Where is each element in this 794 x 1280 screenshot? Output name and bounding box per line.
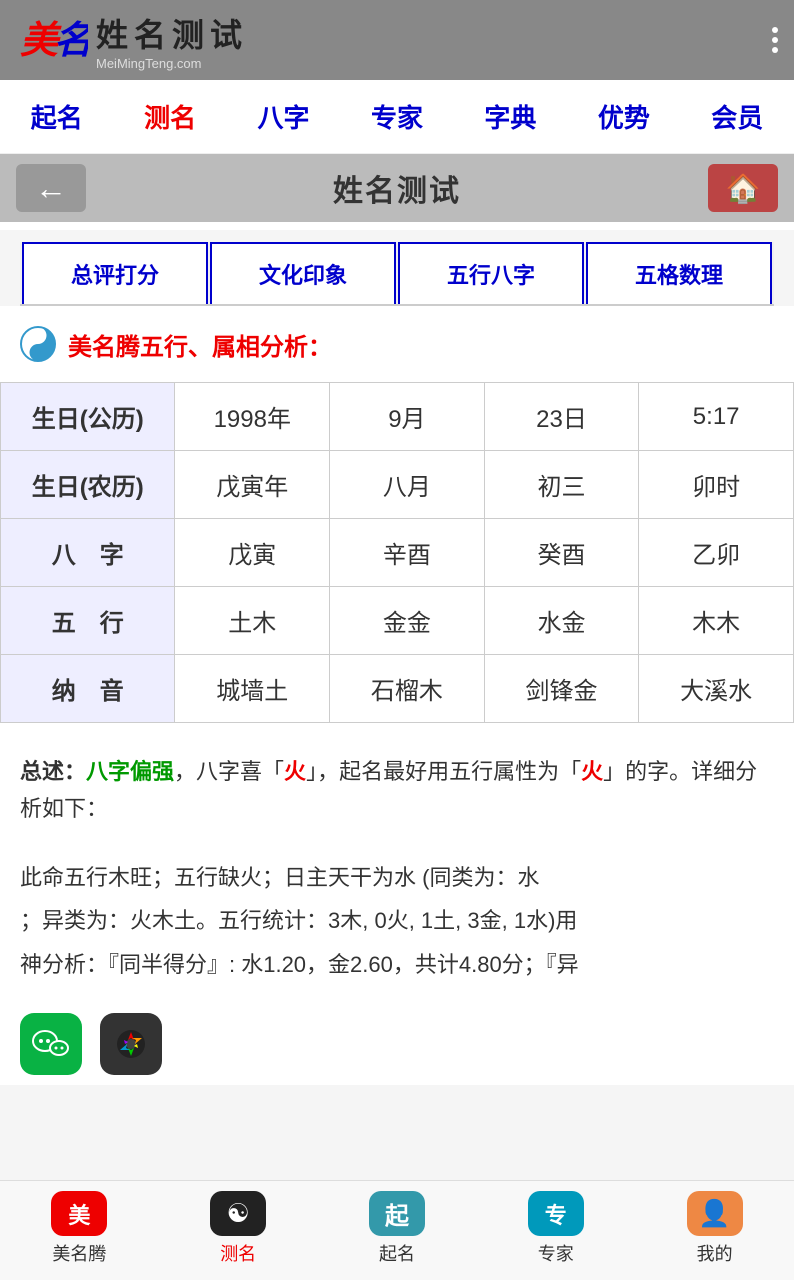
- page-title: 姓名测试: [333, 166, 461, 210]
- meiming-label: 美名腾: [52, 1240, 106, 1266]
- label-wuxing: 五 行: [1, 587, 175, 655]
- summary-prefix: 总述：: [20, 759, 86, 784]
- section-icon: [20, 326, 56, 362]
- table-row: 生日(农历) 戊寅年 八月 初三 卯时: [1, 451, 794, 519]
- value-nl-time: 卯时: [639, 451, 794, 519]
- bottom-nav-zhuanjia[interactable]: 专 专家: [528, 1191, 584, 1266]
- summary-mid: ，八字喜「: [174, 759, 284, 784]
- value-ny2: 石榴木: [330, 655, 485, 723]
- summary-fire2: 火: [581, 759, 603, 784]
- summary-section: 总述：八字偏强，八字喜「火」，起名最好用五行属性为「火」的字。详细分析如下：: [0, 733, 794, 848]
- logo-url: MeiMingTeng.com: [96, 56, 248, 71]
- qiming-icon: 起: [369, 1191, 425, 1236]
- desc-para1: 此命五行木旺；五行缺火；日主天干为水 (同类为：水: [20, 858, 774, 898]
- bottom-nav-qiming[interactable]: 起 起名: [369, 1191, 425, 1266]
- svg-text:名: 名: [54, 20, 88, 62]
- value-nl-day: 初三: [484, 451, 639, 519]
- nav-qiming[interactable]: 起名: [23, 94, 91, 139]
- data-table: 生日(公历) 1998年 9月 23日 5:17 生日(农历) 戊寅年 八月 初…: [0, 382, 794, 723]
- section-title: 美名腾五行、属相分析：: [68, 327, 332, 362]
- value-day: 23日: [484, 383, 639, 451]
- meiming-icon: 美: [51, 1191, 107, 1236]
- menu-dots[interactable]: [772, 27, 778, 53]
- value-ny1: 城墙土: [175, 655, 330, 723]
- table-row: 五 行 土木 金金 水金 木木: [1, 587, 794, 655]
- nav-zidian[interactable]: 字典: [476, 94, 544, 139]
- app-header: 美 名 姓名测试 MeiMingTeng.com: [0, 0, 794, 80]
- summary-strong: 八字偏强: [86, 759, 174, 784]
- label-nongli: 生日(农历): [1, 451, 175, 519]
- desc-para2: ；异类为：火木土。五行统计：3木, 0火, 1土, 3金, 1水)用: [20, 901, 774, 941]
- desc-para3: 神分析：『同半得分』: 水1.20，金2.60，共计4.80分；『异: [20, 945, 774, 985]
- value-ny3: 剑锋金: [484, 655, 639, 723]
- value-bz4: 乙卯: [639, 519, 794, 587]
- value-bz1: 戊寅: [175, 519, 330, 587]
- tab-bar: 总评打分 文化印象 五行八字 五格数理: [20, 242, 774, 306]
- breadcrumb-bar: ← 姓名测试 🏠: [0, 154, 794, 222]
- label-nayin: 纳 音: [1, 655, 175, 723]
- logo-text-area: 姓名测试 MeiMingTeng.com: [96, 10, 248, 71]
- table-row: 纳 音 城墙土 石榴木 剑锋金 大溪水: [1, 655, 794, 723]
- zhuanjia-label: 专家: [538, 1240, 574, 1266]
- wode-label: 我的: [697, 1240, 733, 1266]
- table-row: 八 字 戊寅 辛酉 癸酉 乙卯: [1, 519, 794, 587]
- value-bz3: 癸酉: [484, 519, 639, 587]
- nav-huiyuan[interactable]: 会员: [703, 94, 771, 139]
- table-row: 生日(公历) 1998年 9月 23日 5:17: [1, 383, 794, 451]
- main-content: 总评打分 文化印象 五行八字 五格数理 美名腾五行、属相分析： 生日(公历): [0, 230, 794, 1085]
- summary-fire1: 火: [284, 759, 306, 784]
- logo-icon: 美 名: [16, 9, 88, 71]
- tab-wuxing[interactable]: 五行八字: [398, 242, 584, 304]
- nav-zhuanjia[interactable]: 专家: [363, 94, 431, 139]
- value-bz2: 辛酉: [330, 519, 485, 587]
- bottom-nav-wode[interactable]: 👤 我的: [687, 1191, 743, 1266]
- label-bazi: 八 字: [1, 519, 175, 587]
- nav-cename[interactable]: 测名: [136, 94, 204, 139]
- value-wx2: 金金: [330, 587, 485, 655]
- cename-label: 测名: [220, 1240, 256, 1266]
- logo-main-text: 姓名测试: [96, 10, 248, 56]
- tab-wuge[interactable]: 五格数理: [586, 242, 772, 304]
- main-nav: 起名 测名 八字 专家 字典 优势 会员: [0, 80, 794, 154]
- tab-zoneping[interactable]: 总评打分: [22, 242, 208, 304]
- value-time: 5:17: [639, 383, 794, 451]
- qiming-label: 起名: [379, 1240, 415, 1266]
- description-section: 此命五行木旺；五行缺火；日主天干为水 (同类为：水 ；异类为：火木土。五行统计：…: [0, 848, 794, 995]
- zhuanjia-icon: 专: [528, 1191, 584, 1236]
- value-year: 1998年: [175, 383, 330, 451]
- value-wx4: 木木: [639, 587, 794, 655]
- bottom-nav-cename[interactable]: ☯ 测名: [210, 1191, 266, 1266]
- camera-icon[interactable]: [100, 1013, 162, 1075]
- summary-mid2: 」，起名最好用五行属性为「: [306, 759, 581, 784]
- value-ny4: 大溪水: [639, 655, 794, 723]
- wechat-icon[interactable]: [20, 1013, 82, 1075]
- section-header: 美名腾五行、属相分析：: [0, 306, 794, 372]
- nav-youshi[interactable]: 优势: [590, 94, 658, 139]
- bottom-nav: 美 美名腾 ☯ 测名 起 起名 专 专家 👤 我的: [0, 1180, 794, 1280]
- back-arrow-icon: ←: [35, 170, 67, 207]
- label-gongli: 生日(公历): [1, 383, 175, 451]
- value-wx1: 土木: [175, 587, 330, 655]
- cename-icon: ☯: [210, 1191, 266, 1236]
- logo-area: 美 名 姓名测试 MeiMingTeng.com: [16, 9, 248, 71]
- value-nl-year: 戊寅年: [175, 451, 330, 519]
- back-button[interactable]: ←: [16, 164, 86, 212]
- home-icon: 🏠: [726, 172, 761, 205]
- value-nl-month: 八月: [330, 451, 485, 519]
- bottom-nav-meiming[interactable]: 美 美名腾: [51, 1191, 107, 1266]
- home-button[interactable]: 🏠: [708, 164, 778, 212]
- nav-bazi[interactable]: 八字: [250, 94, 318, 139]
- tab-wenhua[interactable]: 文化印象: [210, 242, 396, 304]
- value-wx3: 水金: [484, 587, 639, 655]
- wode-icon: 👤: [687, 1191, 743, 1236]
- value-month: 9月: [330, 383, 485, 451]
